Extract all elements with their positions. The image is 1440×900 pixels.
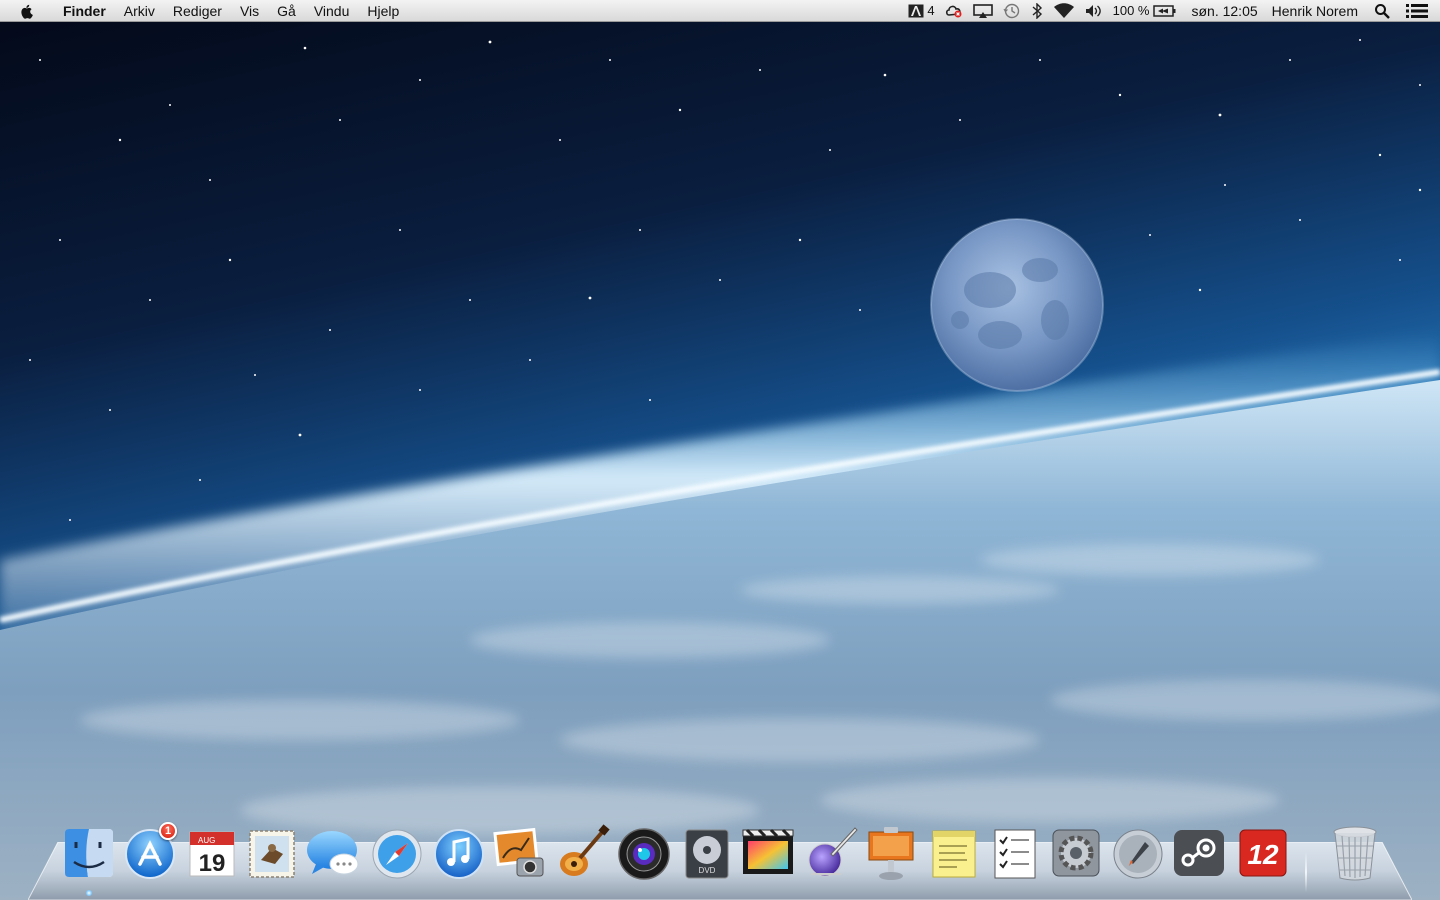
- calendar-month: AUG: [198, 836, 215, 845]
- dock-item-itunes[interactable]: [430, 822, 488, 884]
- trash-icon: [1333, 826, 1377, 881]
- menu-rediger[interactable]: Rediger: [164, 0, 231, 22]
- dock-item-final-cut-pro[interactable]: [739, 822, 797, 884]
- dock-item-mail[interactable]: [243, 822, 301, 884]
- finder-icon: [65, 829, 113, 877]
- apple-icon[interactable]: [18, 2, 36, 20]
- spotlight-icon: [1375, 3, 1390, 19]
- dock-item-safari[interactable]: [368, 822, 426, 884]
- notification-center-status[interactable]: [1406, 0, 1428, 22]
- adobe-count: 4: [927, 3, 935, 18]
- notification-center-icon: [1406, 3, 1428, 18]
- wifi-status[interactable]: [1053, 0, 1075, 22]
- launchpad-icon: [1113, 829, 1163, 879]
- dock-item-finder[interactable]: [60, 822, 118, 884]
- system-preferences-icon: [1052, 829, 1100, 877]
- bluetooth-status[interactable]: [1031, 0, 1043, 22]
- menu-bar: Finder Arkiv Rediger Vis Gå Vindu Hjelp …: [0, 0, 1440, 22]
- dock-item-calendar[interactable]: AUG 19: [182, 822, 240, 884]
- fm12-icon: 12: [1239, 829, 1287, 877]
- dock-item-fm12[interactable]: 12: [1234, 822, 1292, 884]
- dock-item-steam[interactable]: [1170, 822, 1228, 884]
- dvd-player-icon: DVD: [685, 829, 729, 879]
- final-cut-pro-icon: [742, 828, 794, 874]
- script-editor-icon: [808, 827, 858, 877]
- dock: 1 AUG 19 DVD 12: [0, 822, 1440, 896]
- dock-item-dvd-player[interactable]: DVD: [678, 822, 736, 884]
- iphoto-icon: [493, 827, 544, 877]
- messages-icon: [307, 831, 359, 875]
- steam-icon: [1174, 830, 1224, 876]
- dock-item-keynote[interactable]: [862, 822, 920, 884]
- keynote-icon: [868, 827, 914, 880]
- fast-user-switch[interactable]: Henrik Norem: [1272, 3, 1358, 19]
- menu-vis[interactable]: Vis: [231, 0, 268, 22]
- dock-item-reminders[interactable]: [986, 822, 1044, 884]
- finder-running-indicator: [86, 890, 92, 896]
- adobe-status[interactable]: 4: [908, 0, 935, 22]
- wifi-icon: [1053, 2, 1074, 18]
- battery-status[interactable]: 100 %: [1113, 0, 1178, 22]
- menu-vindu[interactable]: Vindu: [305, 0, 359, 22]
- menu-ga[interactable]: Gå: [268, 0, 305, 22]
- dock-item-app-store[interactable]: 1: [121, 822, 179, 884]
- dock-item-script-editor[interactable]: [801, 822, 859, 884]
- volume-status[interactable]: [1085, 0, 1103, 22]
- fm12-label: 12: [1247, 839, 1279, 870]
- app-store-badge: 1: [159, 822, 177, 840]
- spotlight-status[interactable]: [1374, 0, 1390, 22]
- time-machine-status[interactable]: [1003, 0, 1021, 22]
- calendar-day: 19: [199, 850, 226, 877]
- menu-arkiv[interactable]: Arkiv: [115, 0, 164, 22]
- itunes-icon: [434, 829, 484, 879]
- adobe-icon: [908, 4, 924, 17]
- dock-item-system-preferences[interactable]: [1047, 822, 1105, 884]
- dock-item-iphoto[interactable]: [491, 822, 549, 884]
- menu-app-name[interactable]: Finder: [54, 0, 115, 22]
- menu-hjelp[interactable]: Hjelp: [358, 0, 408, 22]
- reminders-icon: [994, 829, 1036, 879]
- dock-item-trash[interactable]: [1326, 822, 1384, 884]
- aperture-icon: [618, 828, 670, 880]
- menu-clock[interactable]: søn. 12:05: [1191, 3, 1257, 19]
- garageband-icon: [560, 824, 610, 876]
- svg-text:DVD: DVD: [699, 866, 716, 875]
- creative-cloud-status[interactable]: [945, 0, 963, 22]
- stickies-icon: [932, 830, 976, 878]
- airplay-icon: [972, 3, 993, 18]
- creative-cloud-icon: [945, 5, 962, 17]
- volume-icon: [1085, 4, 1101, 17]
- calendar-icon: AUG 19: [189, 831, 235, 877]
- bluetooth-icon: [1032, 2, 1042, 19]
- dock-item-stickies[interactable]: [925, 822, 983, 884]
- battery-icon: [1153, 4, 1176, 17]
- dock-item-garageband[interactable]: [554, 822, 612, 884]
- moon: [930, 218, 1104, 392]
- desktop-wallpaper: [0, 0, 1440, 900]
- dock-item-launchpad[interactable]: [1109, 822, 1167, 884]
- dock-item-messages[interactable]: [304, 822, 362, 884]
- dock-item-aperture[interactable]: [615, 822, 673, 884]
- airplay-status[interactable]: [972, 0, 993, 22]
- mail-icon: [249, 830, 295, 878]
- safari-icon: [372, 829, 422, 879]
- battery-percent: 100 %: [1112, 3, 1150, 18]
- time-machine-icon: [1003, 3, 1019, 18]
